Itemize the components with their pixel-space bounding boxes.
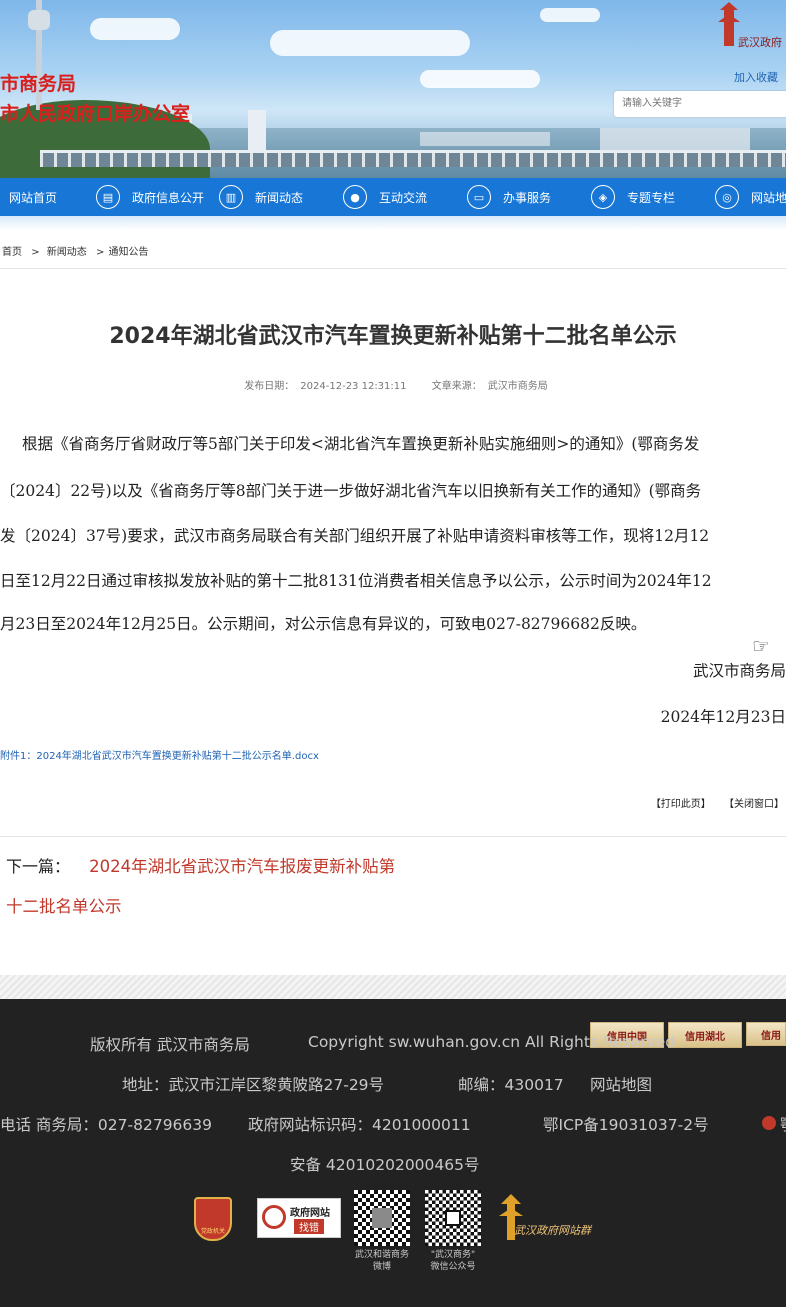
- signature-date: 2024年12月23日: [660, 708, 786, 726]
- search-input[interactable]: [614, 91, 786, 116]
- next-article-link-cont[interactable]: 十二批名单公示: [6, 893, 122, 917]
- nav-topics-label: 专题专栏: [627, 190, 676, 205]
- gov-error-line1: 政府网站: [290, 1208, 330, 1219]
- article-title: 2024年湖北省武汉市汽车置换更新补贴第十二批名单公示: [109, 324, 677, 349]
- article-meta: 发布日期： 2024-12-23 12:31:11 文章来源： 武汉市商务局: [0, 377, 786, 392]
- nav-gov-info[interactable]: ▤ 政府信息公开: [96, 178, 204, 216]
- next-article: 下一篇： 2024年湖北省武汉市汽车报废更新补贴第: [6, 853, 395, 877]
- nav-services-label: 办事服务: [503, 190, 552, 205]
- qr2-caption: "武汉商务" 微信公众号: [417, 1249, 489, 1273]
- site-id-text: 政府网站标识码：4201000011: [248, 1116, 471, 1134]
- cube-icon: ◈: [591, 185, 615, 209]
- breadcrumb: 首页 > 新闻动态 > 通知公告: [2, 243, 151, 258]
- nav-sitemap[interactable]: ◎ 网站地图: [715, 178, 786, 216]
- bridge-image: [40, 150, 786, 167]
- main-nav: 网站首页 ▤ 政府信息公开 ▥ 新闻动态 ● 互动交流 ▭ 办事服务 ◈ 专题专…: [0, 178, 786, 216]
- qr1-caption-line2: 微博: [372, 1262, 391, 1272]
- article-paragraph-line: 日至12月22日通过审核拟发放补贴的第十二批8131位消费者相关信息予以公示，公…: [0, 572, 712, 590]
- page-actions: 【打印此页】 【关闭窗口】: [641, 795, 784, 810]
- wuhan-gov-logo: 武汉政府: [716, 0, 786, 60]
- nav-home[interactable]: 网站首页: [9, 178, 57, 216]
- nav-home-label: 网站首页: [9, 190, 58, 205]
- nav-news-label: 新闻动态: [255, 190, 304, 205]
- wechat-qr-code: [425, 1190, 481, 1246]
- monitor-icon: ▭: [467, 185, 491, 209]
- signature-org: 武汉市商务局: [692, 662, 786, 680]
- add-favorite-link[interactable]: 加入收藏: [734, 69, 778, 85]
- attachment-link[interactable]: 附件1：2024年湖北省武汉市汽车置换更新补贴第十二批公示名单.docx: [0, 747, 319, 762]
- nav-shadow-band: [0, 216, 786, 230]
- credit-badge[interactable]: 信用: [746, 1022, 786, 1046]
- party-gov-logo[interactable]: 党政机关: [194, 1197, 232, 1241]
- source-label: 文章来源：: [431, 381, 482, 392]
- copyright-text: 版权所有 武汉市商务局: [90, 1036, 250, 1054]
- qr1-caption-line1: 武汉和谐商务: [354, 1250, 409, 1260]
- nav-interaction-label: 互动交流: [379, 190, 428, 205]
- print-page-link[interactable]: 【打印此页】: [651, 799, 711, 810]
- chat-icon: ●: [343, 185, 367, 209]
- article-paragraph-line: 〔2024〕22号)以及《省商务厅等8部门关于进一步做好湖北省汽车以旧换新有关工…: [0, 482, 702, 500]
- magnifier-icon: [262, 1205, 286, 1229]
- site-title-line2: 市人民政府口岸办公室: [0, 103, 191, 125]
- phone-text: 电话 商务局：027-82796639: [0, 1116, 212, 1134]
- brand-text: 武汉政府网站群: [514, 1224, 591, 1237]
- footer-stripe: [0, 975, 786, 999]
- icp-link[interactable]: 鄂ICP备19031037-2号: [543, 1113, 709, 1135]
- news-icon: ▥: [219, 185, 243, 209]
- party-logo-text: 党政机关: [200, 1228, 225, 1235]
- globe-icon: ◎: [715, 185, 739, 209]
- copyright-en: Copyright sw.wuhan.gov.cn All Rights Res…: [308, 1033, 676, 1051]
- breadcrumb-news[interactable]: 新闻动态: [47, 247, 87, 258]
- publish-date: 2024-12-23 12:31:11: [300, 381, 407, 392]
- close-window-link[interactable]: 【关闭窗口】: [724, 799, 784, 810]
- qr1-caption: 武汉和谐商务 微博: [346, 1249, 418, 1273]
- weibo-qr-code: [354, 1190, 410, 1246]
- nav-services[interactable]: ▭ 办事服务: [467, 178, 551, 216]
- breadcrumb-separator: >: [95, 247, 105, 258]
- next-article-label: 下一篇：: [6, 857, 71, 876]
- qr2-caption-line2: 微信公众号: [430, 1262, 476, 1272]
- article-paragraph-line: 根据《省商务厅省财政厅等5部门关于印发<湖北省汽车置换更新补贴实施细则>的通知》…: [22, 435, 700, 453]
- address-text: 地址：武汉市江岸区黎黄陂路27-29号: [122, 1076, 385, 1094]
- publish-date-label: 发布日期：: [244, 381, 295, 392]
- logo-text: 武汉政府: [738, 36, 782, 49]
- article-paragraph-line: 月23日至2024年12月25日。公示期间，对公示信息有异议的，可致电027-8…: [0, 615, 647, 633]
- next-article-link[interactable]: 2024年湖北省武汉市汽车报废更新补贴第: [89, 857, 395, 876]
- nav-topics[interactable]: ◈ 专题专栏: [591, 178, 675, 216]
- document-icon: ▤: [96, 185, 120, 209]
- breadcrumb-separator: >: [31, 247, 40, 258]
- postcode-text: 邮编：430017: [458, 1076, 564, 1094]
- article-source: 武汉市商务局: [487, 381, 548, 392]
- nav-sitemap-label: 网站地图: [751, 190, 786, 205]
- divider: [0, 268, 786, 269]
- breadcrumb-current[interactable]: 通知公告: [109, 247, 149, 258]
- nav-gov-info-label: 政府信息公开: [132, 190, 205, 205]
- footer-sitemap-link[interactable]: 网站地图: [590, 1073, 652, 1095]
- pointing-hand-icon: ☞: [752, 634, 770, 658]
- search-box[interactable]: [614, 91, 786, 117]
- nav-news[interactable]: ▥ 新闻动态: [219, 178, 303, 216]
- police-badge-icon: [762, 1116, 776, 1130]
- gov-site-error-report[interactable]: 政府网站 找错: [257, 1198, 341, 1238]
- qr2-caption-line1: "武汉商务": [430, 1250, 476, 1260]
- police-badge-text: 鄂: [780, 1113, 786, 1135]
- site-banner: [0, 0, 786, 178]
- beian-link[interactable]: 安备 42010202000465号: [290, 1153, 480, 1175]
- article-paragraph-line: 发〔2024〕37号)要求，武汉市商务局联合有关部门组织开展了补贴申请资料审核等…: [0, 527, 710, 545]
- breadcrumb-home[interactable]: 首页: [2, 247, 22, 258]
- divider: [0, 836, 786, 837]
- nav-interaction[interactable]: ● 互动交流: [343, 178, 427, 216]
- gov-error-line2: 找错: [294, 1219, 324, 1234]
- wuhan-gov-site-group-logo[interactable]: 武汉政府网站群: [496, 1192, 606, 1244]
- site-title-line1: 市商务局: [0, 73, 77, 95]
- credit-hubei-badge[interactable]: 信用湖北: [668, 1022, 742, 1048]
